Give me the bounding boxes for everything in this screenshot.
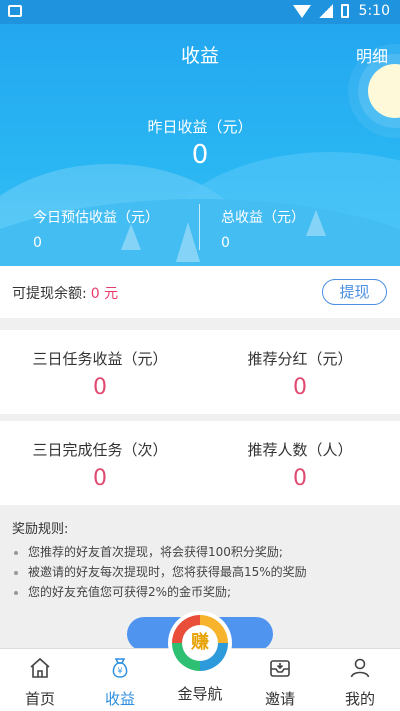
- tab-invite[interactable]: 邀请: [240, 649, 320, 711]
- withdraw-row: 可提现余额: 0 元 提现: [0, 266, 400, 318]
- tab-label: 收益: [104, 690, 135, 708]
- rules-title: 奖励规则:: [12, 522, 69, 537]
- tab-mine[interactable]: 我的: [320, 649, 400, 711]
- tab-label: 邀请: [264, 690, 295, 708]
- yesterday-earnings-value: 0: [191, 140, 209, 170]
- status-time: 5:10: [358, 3, 390, 19]
- rule-item: 您的好友充值您可获得2%的金币奖励;: [12, 583, 388, 602]
- tree-decoration: [176, 222, 200, 262]
- stat-three-day-task-earnings: 三日任务收益（元） 0: [0, 330, 200, 414]
- total-earnings-label: 总收益（元）: [221, 210, 305, 226]
- signal-icon: [318, 4, 333, 18]
- stat-label: 三日任务收益（元）: [32, 350, 168, 368]
- stat-value: 0: [93, 375, 107, 400]
- today-estimate-label: 今日预估收益（元）: [33, 210, 159, 226]
- divider: [199, 204, 200, 250]
- detail-link[interactable]: 明细: [356, 43, 388, 67]
- stat-value: 0: [293, 375, 307, 400]
- today-estimate-value: 0: [33, 235, 42, 251]
- money-bag-icon: ¥: [112, 658, 128, 678]
- stat-value: 0: [293, 466, 307, 491]
- tab-home[interactable]: 首页: [0, 649, 80, 711]
- status-bar: 5:10: [0, 0, 400, 24]
- withdrawable-balance-amount: 0 元: [90, 286, 119, 302]
- tab-label: 我的: [344, 690, 375, 708]
- sun-decoration: [368, 64, 400, 118]
- user-icon: [350, 658, 370, 678]
- svg-text:¥: ¥: [117, 667, 122, 676]
- earn-center-button[interactable]: 赚: [168, 611, 232, 675]
- withdrawable-balance-label: 可提现余额:: [12, 286, 87, 302]
- stat-value: 0: [93, 466, 107, 491]
- yesterday-earnings-label: 昨日收益（元）: [147, 118, 253, 136]
- withdraw-button[interactable]: 提现: [322, 279, 387, 305]
- tab-label: 首页: [24, 690, 55, 708]
- tree-decoration: [121, 224, 141, 250]
- gallery-notification-icon: [8, 5, 22, 17]
- rule-item: 您推荐的好友首次提现，将会获得100积分奖励;: [12, 543, 388, 562]
- stats-card: 三日任务收益（元） 0 推荐分红（元） 0: [0, 330, 400, 414]
- tab-earnings[interactable]: ¥ 收益: [80, 649, 160, 711]
- wifi-icon: [292, 4, 311, 18]
- earnings-hero: 收益 明细 昨日收益（元） 0 今日预估收益（元） 0 总收益（元） 0: [0, 24, 400, 266]
- stat-label: 推荐人数（人）: [247, 441, 353, 459]
- stat-three-day-completed-tasks: 三日完成任务（次） 0: [0, 421, 200, 505]
- home-icon: [30, 657, 50, 678]
- invite-inbox-icon: [270, 660, 290, 677]
- tab-gold-navigation[interactable]: 金导航: [160, 683, 240, 704]
- withdrawable-balance: 可提现余额: 0 元: [12, 283, 118, 303]
- status-icons: 5:10: [292, 3, 390, 19]
- tree-decoration: [306, 210, 326, 236]
- stat-referral-count: 推荐人数（人） 0: [200, 421, 400, 505]
- earn-glyph: 赚: [182, 625, 218, 661]
- battery-icon: [340, 4, 349, 18]
- stats-card: 三日完成任务（次） 0 推荐人数（人） 0: [0, 421, 400, 505]
- rule-item: 被邀请的好友每次提现时，您将获得最高15%的奖励: [12, 563, 388, 582]
- total-earnings-value: 0: [221, 235, 230, 251]
- stat-referral-dividend: 推荐分红（元） 0: [200, 330, 400, 414]
- page-title: 收益: [180, 45, 219, 67]
- stat-label: 三日完成任务（次）: [32, 441, 168, 459]
- stat-label: 推荐分红（元）: [247, 350, 353, 368]
